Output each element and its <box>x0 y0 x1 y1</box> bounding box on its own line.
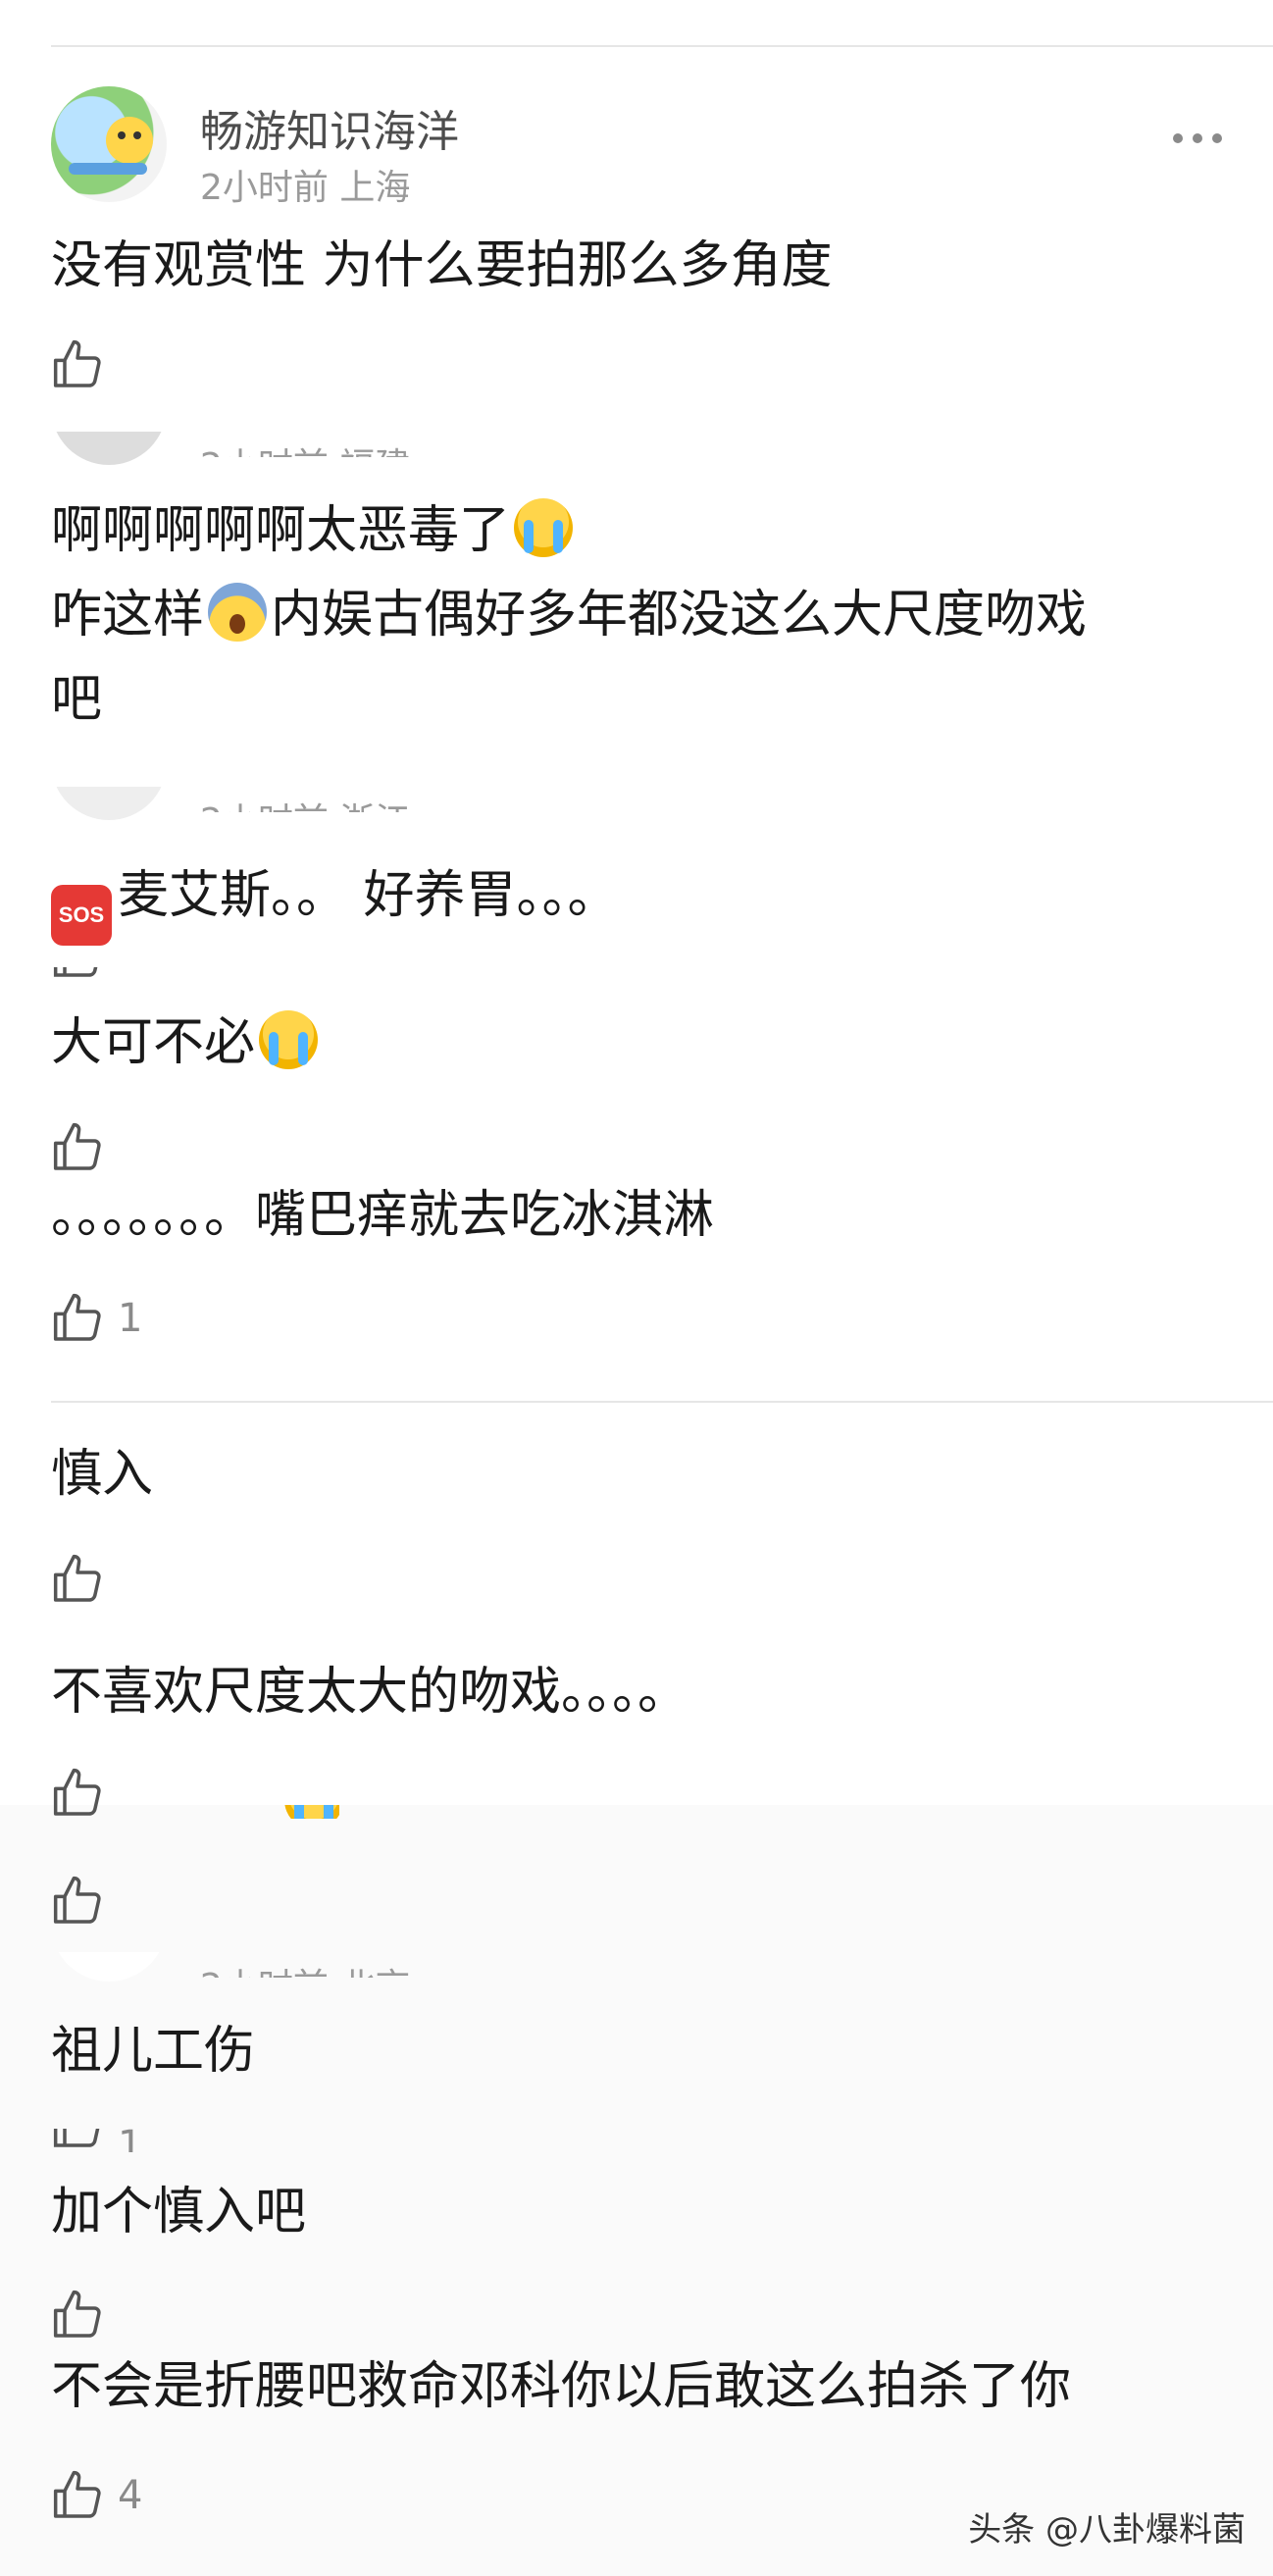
scream-emoji-icon <box>208 583 268 642</box>
user-avatar[interactable] <box>51 787 167 820</box>
like-button[interactable] <box>51 2288 106 2343</box>
sos-icon: SOS <box>51 885 112 946</box>
thumbs-up-icon <box>53 1293 101 1341</box>
watermark: 头条 @八卦爆料菌 <box>968 2510 1246 2550</box>
comment-line: 大可不必 <box>51 1013 256 1072</box>
comment-meta: 2小时前 福建 <box>200 432 410 457</box>
user-avatar[interactable] <box>51 86 167 202</box>
user-avatar[interactable] <box>51 1952 167 1982</box>
thumbs-up-icon <box>53 1554 101 1602</box>
comment-line: 吧 <box>51 670 103 729</box>
like-button[interactable] <box>51 1120 106 1175</box>
like-count: 1 <box>118 2129 143 2152</box>
thumbs-up-icon <box>53 2129 100 2147</box>
comment-text: 加个慎入吧 <box>51 2183 307 2241</box>
comment-line: 啊啊啊啊啊太恶毒了 <box>51 501 511 560</box>
section-divider <box>51 1401 1273 1403</box>
thumbs-up-icon <box>53 2470 101 2518</box>
partial-like-button[interactable]: 1 <box>51 2129 169 2152</box>
avatar-art-icon <box>69 117 153 175</box>
comment-line: 麦艾斯。。 好养胃。。。 <box>118 866 619 925</box>
thumbs-up-icon <box>53 2290 101 2338</box>
like-button[interactable] <box>51 1874 106 1929</box>
thumbs-up-icon <box>53 339 101 387</box>
like-count: 4 <box>118 2473 143 2518</box>
comment-text: 。。。。。。。嘴巴痒就去吃冰淇淋 <box>51 1186 715 1245</box>
comment-meta: 2小时前 浙江 <box>200 787 410 812</box>
top-divider <box>51 45 1273 47</box>
crying-emoji-icon <box>259 1010 319 1069</box>
like-button[interactable]: 4 <box>51 2468 142 2523</box>
username[interactable]: 畅游知识海洋 <box>200 96 459 159</box>
partial-emoji-icon <box>284 1805 339 1819</box>
comment-text: 祖儿工伤 <box>51 2022 256 2081</box>
comment-meta: 2小时前 上海 <box>200 168 411 208</box>
comment-line: 咋这样 <box>51 586 205 644</box>
like-button[interactable] <box>51 1766 106 1821</box>
more-icon[interactable] <box>1173 133 1222 143</box>
like-button[interactable] <box>51 1552 106 1607</box>
comment-line: 内娱古偶好多年都没这么大尺度吻戏 <box>271 586 1088 644</box>
user-avatar[interactable] <box>51 432 167 465</box>
comment-text: 不喜欢尺度太大的吻戏。。。。 <box>51 1663 689 1722</box>
crying-emoji-icon <box>514 498 574 557</box>
comment-text: 啊啊啊啊啊太恶毒了 咋这样 内娱古偶好多年都没这么大尺度吻戏 吧 <box>51 489 1228 742</box>
thumbs-up-icon <box>53 1876 101 1924</box>
like-button[interactable]: 1 <box>51 1291 142 1346</box>
like-button[interactable] <box>51 337 106 392</box>
thumbs-up-icon <box>53 1122 101 1170</box>
comment-text: 不会是折腰吧救命邓科你以后敢这么拍杀了你 <box>51 2357 1072 2416</box>
comment-text: 没有观赏性 为什么要拍那么多角度 <box>51 236 833 295</box>
partial-like-icon <box>51 967 106 981</box>
comment-text: SOS 麦艾斯。。 好养胃。。。 <box>51 853 619 946</box>
comment-text: 大可不必 <box>51 1001 322 1085</box>
comment-meta: 2小时前 北京 <box>200 1952 410 1978</box>
thumbs-up-icon <box>53 967 98 977</box>
thumbs-up-icon <box>53 1768 101 1816</box>
comment-text: 慎入 <box>51 1445 154 1504</box>
like-count: 1 <box>118 1296 143 1341</box>
